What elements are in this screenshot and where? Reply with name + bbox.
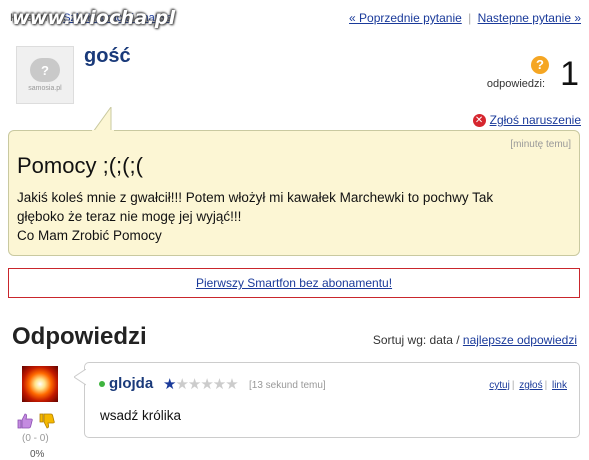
user-avatar[interactable]: ? samosia.pl bbox=[16, 46, 74, 104]
username[interactable]: gość bbox=[84, 45, 131, 68]
answer-actions: cytuj | zgłoś | link bbox=[489, 380, 567, 391]
question-icon: ? bbox=[531, 56, 549, 74]
question-time: [minutę temu] bbox=[510, 139, 571, 150]
report-abuse[interactable]: ✕ Zgłoś naruszenie bbox=[472, 113, 581, 127]
quote-link[interactable]: cytuj bbox=[489, 380, 510, 391]
promo-link[interactable]: Pierwszy Smartfon bez abonamentu! bbox=[196, 276, 392, 290]
answer-box: glojda ★★★★★★ [13 sekund temu] cytuj | zg… bbox=[74, 362, 580, 438]
thumb-up-icon[interactable] bbox=[16, 412, 34, 430]
answer-author[interactable]: glojda bbox=[109, 375, 153, 392]
answers-count-label: odpowiedzi: bbox=[486, 78, 545, 90]
star-filled-icon: ★ bbox=[163, 376, 176, 393]
speech-tail bbox=[74, 369, 86, 386]
avatar-brand: samosia.pl bbox=[28, 85, 62, 92]
report-link[interactable]: zgłoś bbox=[519, 380, 542, 391]
thumb-down-icon[interactable] bbox=[38, 412, 56, 430]
question-body-line: Jakiś koleś mnie z gwałcił!!! Potem włoż… bbox=[17, 190, 494, 205]
question-body-line: Co Mam Zrobić Pomocy bbox=[17, 228, 162, 243]
answer-avatar[interactable] bbox=[22, 366, 58, 402]
question-nav: « Poprzednie pytanie | Nastepne pytanie … bbox=[349, 11, 581, 25]
answer-time: [13 sekund temu] bbox=[249, 380, 326, 391]
report-abuse-link[interactable]: Zgłoś naruszenie bbox=[490, 113, 581, 127]
speech-tail bbox=[92, 107, 114, 132]
vote-score: (0 - 0) bbox=[22, 433, 49, 444]
next-question-link[interactable]: Nastepne pytanie » bbox=[478, 11, 581, 25]
nav-separator: | bbox=[468, 11, 472, 25]
prev-question-link[interactable]: « Poprzednie pytanie bbox=[349, 11, 462, 25]
question-box: [minutę temu] Pomocy ;(;(;( Jakiś koleś … bbox=[8, 107, 580, 256]
speech-bubble-icon: ? bbox=[30, 58, 60, 82]
promo-banner: Pierwszy Smartfon bez abonamentu! bbox=[8, 268, 580, 298]
question-body: Jakiś koleś mnie z gwałcił!!! Potem włoż… bbox=[17, 188, 569, 245]
watermark-logo: www.wiocha.pl bbox=[12, 7, 176, 29]
sort-controls: Sortuj wg: data / najlepsze odpowiedzi bbox=[373, 333, 577, 347]
rating-stars: ★★★★★★ bbox=[163, 375, 239, 393]
vote-buttons bbox=[16, 412, 56, 430]
top-bar: Kategoria: Szkoły, praca i finanse www.w… bbox=[10, 7, 581, 29]
answers-header: Odpowiedzi bbox=[12, 323, 147, 350]
sort-best-link[interactable]: najlepsze odpowiedzi bbox=[463, 333, 577, 347]
question-title: Pomocy ;(;(;( bbox=[17, 153, 143, 178]
question-body-line: głęboko że teraz nie mogę jej wyjąć!!! bbox=[17, 209, 242, 224]
permalink-link[interactable]: link bbox=[552, 380, 567, 391]
answers-counter: ? odpowiedzi: 1 bbox=[469, 54, 579, 94]
star-empty-icon: ★★★★★ bbox=[175, 376, 238, 393]
vote-percent: 0% bbox=[30, 449, 45, 460]
answer-body: wsadź królika bbox=[100, 408, 182, 423]
online-status-dot bbox=[99, 381, 105, 387]
answers-count: 1 bbox=[560, 55, 579, 93]
sort-label: Sortuj wg: data / bbox=[372, 333, 460, 347]
close-icon: ✕ bbox=[472, 113, 486, 127]
